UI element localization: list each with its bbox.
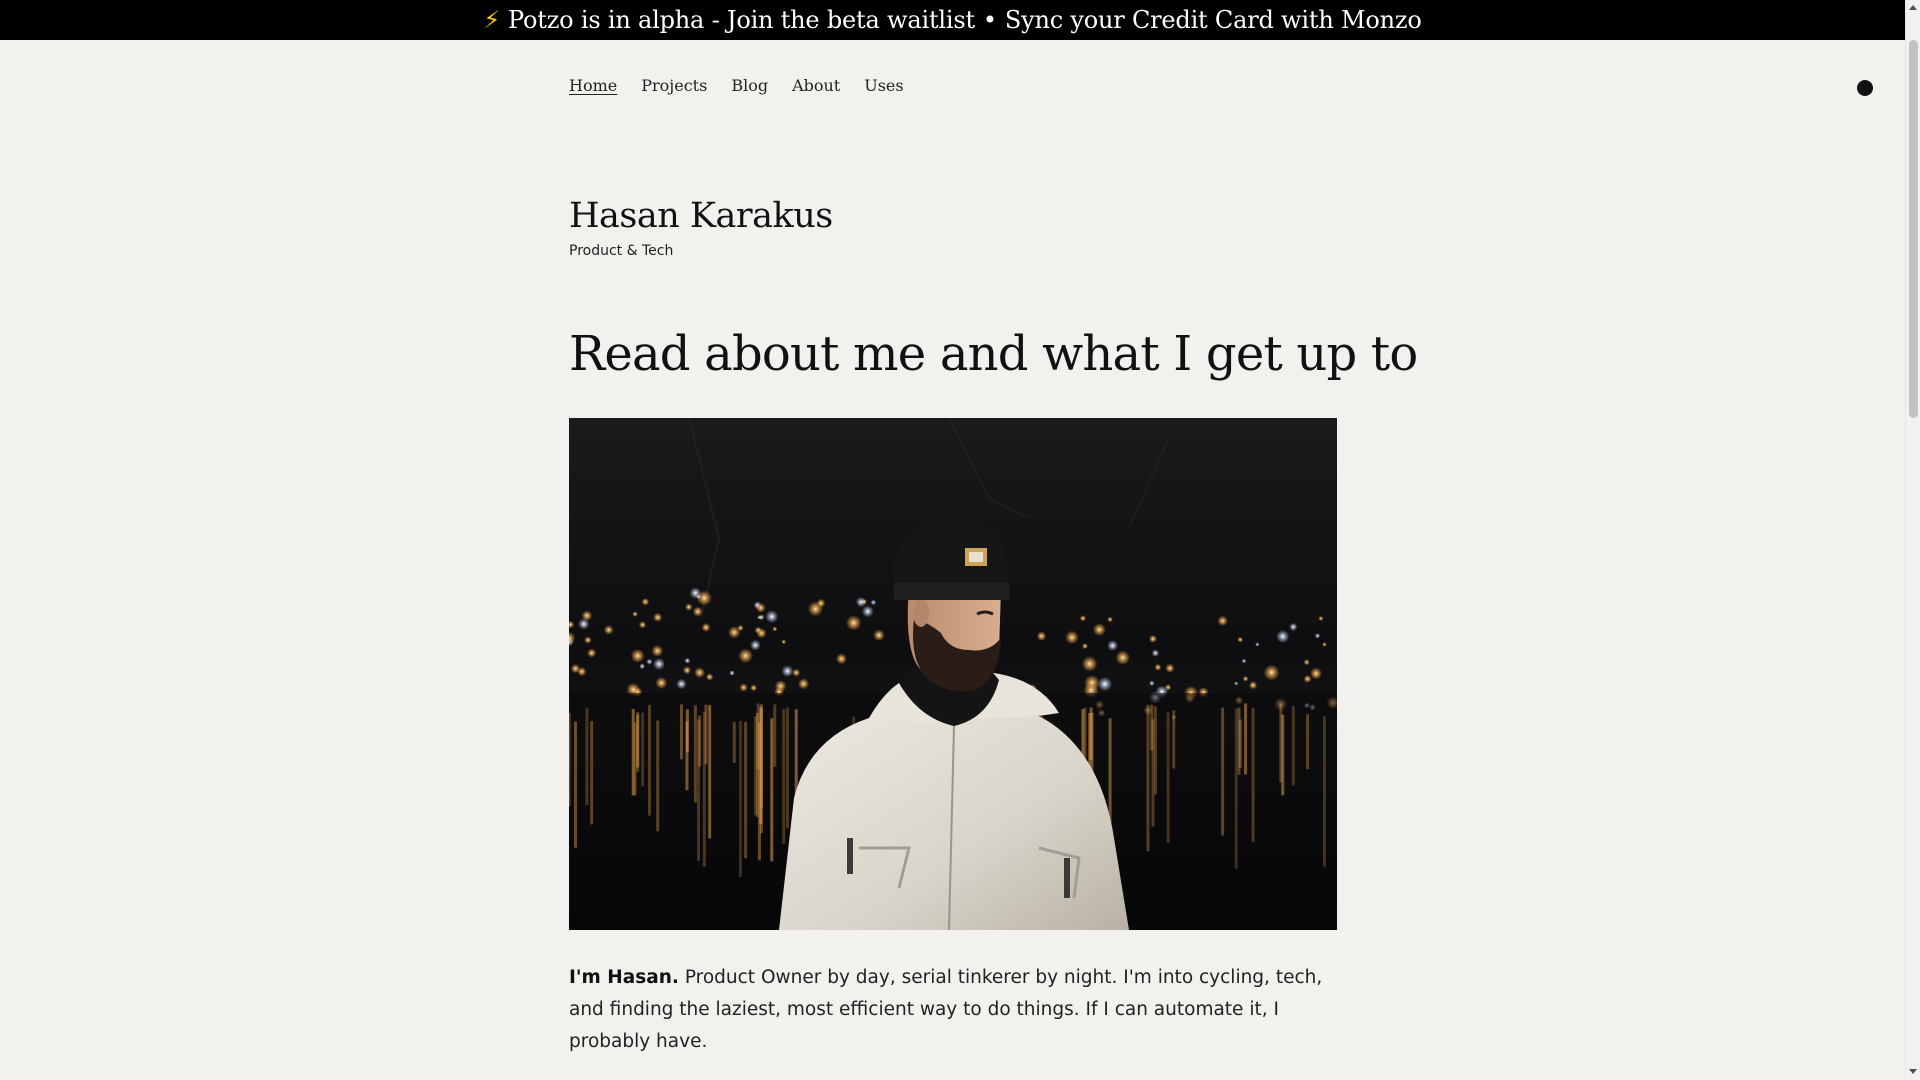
site-name[interactable]: Hasan Karakus xyxy=(569,196,833,236)
banner-text-waitlist[interactable]: Potzo is in alpha - Join the beta waitli… xyxy=(508,6,975,34)
theme-toggle-circle-icon[interactable] xyxy=(1857,80,1873,96)
nav-item-blog[interactable]: Blog xyxy=(731,76,768,95)
main-nav: Home Projects Blog About Uses xyxy=(569,76,928,95)
page-scrollbar[interactable] xyxy=(1905,0,1920,1080)
nav-item-about[interactable]: About xyxy=(792,76,840,95)
intro-text: Product Owner by day, serial tinkerer by… xyxy=(569,967,1323,1052)
nav-item-projects[interactable]: Projects xyxy=(641,76,707,95)
page-heading: Read about me and what I get up to xyxy=(569,326,1418,382)
nav-item-home[interactable]: Home xyxy=(569,76,617,95)
scroll-down-arrow-icon[interactable] xyxy=(1909,1069,1917,1074)
intro-paragraph: I'm Hasan. Product Owner by day, serial … xyxy=(569,962,1337,1058)
announcement-banner[interactable]: ⚡ Potzo is in alpha - Join the beta wait… xyxy=(0,0,1905,40)
banner-text-sync[interactable]: Sync your Credit Card with Monzo xyxy=(1005,6,1422,34)
intro-name: I'm Hasan. xyxy=(569,967,679,988)
banner-separator: • xyxy=(982,6,997,34)
scroll-up-arrow-icon[interactable] xyxy=(1909,5,1917,10)
lightning-bolt-icon: ⚡ xyxy=(483,6,501,34)
nav-item-uses[interactable]: Uses xyxy=(864,76,903,95)
site-tagline: Product & Tech xyxy=(569,243,674,259)
portrait-photo xyxy=(569,418,1337,930)
scrollbar-thumb[interactable] xyxy=(1909,40,1918,418)
